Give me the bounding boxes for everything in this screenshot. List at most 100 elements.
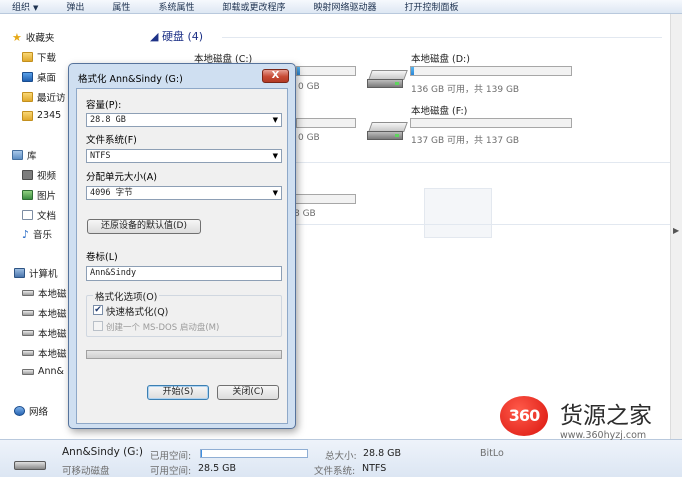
nav-drive-2[interactable]: 本地磁 [22, 306, 67, 320]
select-value: 4096 字节 [90, 188, 133, 198]
chevron-right-icon: ▶ [673, 226, 680, 235]
free-space-value: 28.5 GB [198, 463, 237, 474]
drive-usage-fill [297, 67, 300, 75]
drive-usage-bar [296, 66, 356, 76]
video-icon [22, 170, 33, 180]
start-button[interactable]: 开始(S) [147, 385, 209, 400]
nav-desktop[interactable]: 桌面 [22, 70, 56, 84]
volume-label-input[interactable]: Ann&Sindy [86, 266, 282, 281]
drive-icon [22, 290, 34, 296]
msdos-startup-checkbox[interactable] [93, 321, 103, 331]
watermark-logo: 360 [500, 396, 548, 436]
close-button[interactable]: 关闭(C) [217, 385, 279, 400]
usb-drive-icon [14, 458, 48, 470]
uninstall-button[interactable]: 卸载或更改程序 [208, 0, 299, 13]
dialog-title: 格式化 Ann&Sindy (G:) [78, 74, 183, 85]
network-icon [14, 406, 25, 416]
nav-libraries[interactable]: 库 [12, 148, 37, 162]
quick-format-checkbox[interactable]: ✔ [93, 305, 103, 315]
nav-label: 音乐 [33, 230, 53, 241]
nav-music[interactable]: ♪ 音乐 [22, 227, 53, 242]
organize-menu[interactable]: 组织 ▼ [0, 0, 52, 13]
dropdown-arrow-icon: ▼ [272, 152, 278, 160]
filesystem-label: 文件系统: [314, 466, 356, 477]
nav-favorites[interactable]: ★ 收藏夹 [12, 30, 54, 45]
restore-defaults-button[interactable]: 还原设备的默认值(D) [87, 219, 201, 234]
nav-label: 本地磁 [38, 309, 67, 320]
drive-info: 0 GB [298, 82, 320, 92]
nav-label: 桌面 [37, 73, 57, 84]
vertical-scrollbar[interactable]: ▶ [670, 14, 682, 439]
drive-usage-bar [410, 66, 572, 76]
nav-videos[interactable]: 视频 [22, 168, 56, 182]
drive-usage-fill [411, 67, 415, 75]
nav-drive-usb[interactable]: Ann& [22, 366, 64, 377]
hdd-group-header[interactable]: ◢ 硬盘 (4) [150, 28, 203, 44]
nav-pictures[interactable]: 图片 [22, 188, 56, 202]
nav-documents[interactable]: 文档 [22, 208, 56, 222]
nav-computer[interactable]: 计算机 [14, 266, 58, 280]
nav-label: 图片 [37, 191, 57, 202]
total-size-label: 总大小: [325, 451, 357, 462]
map-drive-button[interactable]: 映射网络驱动器 [299, 0, 390, 13]
nav-recent[interactable]: 最近访 [22, 90, 66, 104]
removable-drive-tile[interactable] [424, 188, 492, 238]
format-options-label: 格式化选项(O) [93, 289, 160, 303]
drive-info: 8 GB [294, 209, 316, 219]
properties-button[interactable]: 属性 [98, 0, 144, 13]
hard-drive-icon [366, 64, 408, 90]
document-icon [22, 210, 33, 220]
allocation-unit-select[interactable]: 4096 字节 ▼ [86, 186, 282, 200]
dropdown-arrow-icon: ▼ [272, 116, 278, 124]
nav-label: 本地磁 [38, 289, 67, 300]
nav-folder-2345[interactable]: 2345 [22, 110, 61, 121]
group-divider [282, 162, 670, 163]
dropdown-arrow-icon: ▼ [272, 189, 278, 197]
dialog-close-button[interactable]: X [262, 69, 289, 83]
desktop-icon [22, 72, 33, 82]
drive-icon [22, 310, 34, 316]
allocation-unit-label: 分配单元大小(A) [86, 172, 157, 183]
format-options-group: 格式化选项(O) ✔ 快速格式化(Q) 创建一个 MS-DOS 启动盘(M) [86, 289, 282, 337]
nav-label: 本地磁 [38, 329, 67, 340]
quick-format-label: 快速格式化(Q) [106, 307, 169, 318]
nav-label: 网络 [29, 407, 49, 418]
watermark-url: www.360hyzj.com [560, 430, 647, 441]
drive-usage-bar [296, 118, 356, 128]
group-divider [222, 37, 662, 38]
nav-label: 库 [27, 151, 37, 162]
capacity-select[interactable]: 28.8 GB ▼ [86, 113, 282, 127]
nav-drive-4[interactable]: 本地磁 [22, 346, 67, 360]
nav-drive-3[interactable]: 本地磁 [22, 326, 67, 340]
star-icon: ★ [12, 30, 22, 44]
recent-places-icon [22, 92, 33, 102]
details-pane: Ann&Sindy (G:) 可移动磁盘 已用空间: 可用空间: 28.5 GB… [0, 439, 682, 477]
system-properties-button[interactable]: 系统属性 [144, 0, 208, 13]
group-divider [292, 224, 670, 225]
eject-button[interactable]: 弹出 [52, 0, 98, 13]
nav-label: 计算机 [29, 269, 58, 280]
msdos-startup-label: 创建一个 MS-DOS 启动盘(M) [106, 323, 220, 333]
drive-usage-bar [292, 194, 356, 204]
music-note-icon: ♪ [22, 227, 30, 241]
chevron-down-icon: ▼ [33, 4, 39, 12]
details-drive-type: 可移动磁盘 [62, 466, 110, 477]
nav-label: 本地磁 [38, 349, 67, 360]
control-panel-button[interactable]: 打开控制面板 [390, 0, 472, 13]
watermark: 360 货源之家 www.360hyzj.com [494, 392, 682, 444]
nav-downloads[interactable]: 下载 [22, 50, 56, 64]
organize-label: 组织 [12, 3, 31, 13]
drive-name: 本地磁盘 (F:) [411, 106, 468, 117]
nav-label: 下载 [37, 53, 57, 64]
nav-label: 文档 [37, 211, 57, 222]
nav-label: 视频 [37, 171, 57, 182]
explorer-toolbar: 组织 ▼ 弹出 属性 系统属性 卸载或更改程序 映射网络驱动器 打开控制面板 [0, 0, 682, 14]
watermark-brand: 货源之家 [560, 403, 652, 429]
details-usage-fill [201, 450, 203, 457]
free-space-label: 可用空间: [150, 466, 192, 477]
volume-label-label: 卷标(L) [86, 252, 118, 263]
computer-icon [14, 268, 25, 278]
nav-drive-1[interactable]: 本地磁 [22, 286, 67, 300]
nav-network[interactable]: 网络 [14, 404, 48, 418]
filesystem-select[interactable]: NTFS ▼ [86, 149, 282, 163]
